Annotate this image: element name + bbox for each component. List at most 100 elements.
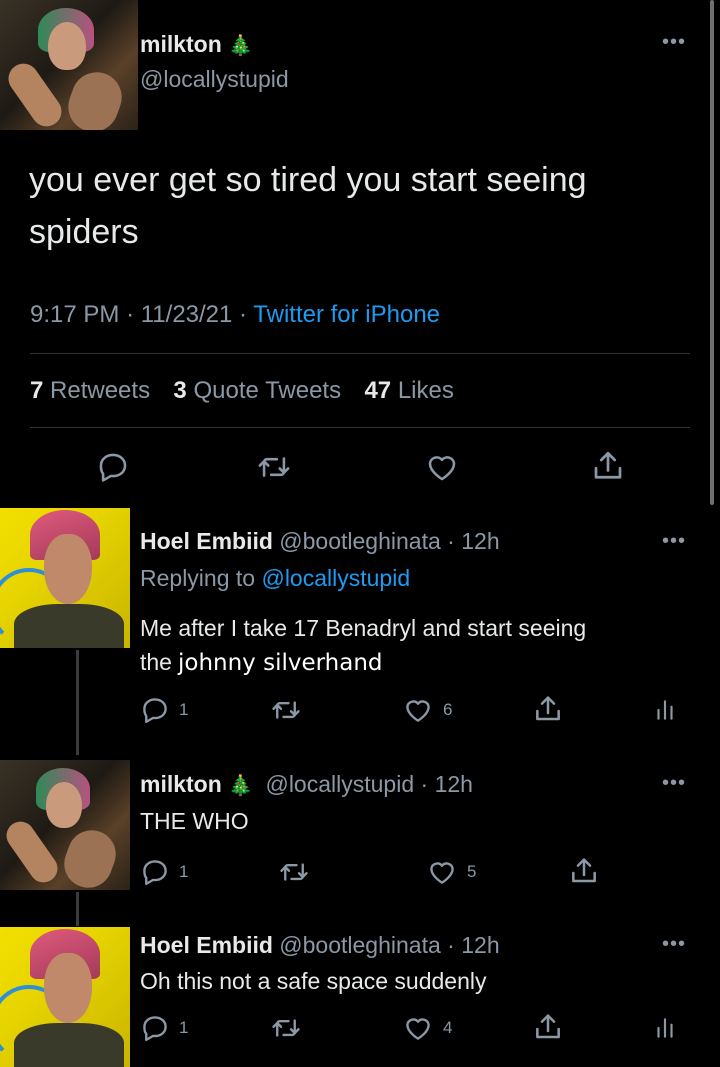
author-name[interactable]: Hoel Embiid xyxy=(140,932,273,958)
reply-icon xyxy=(143,1016,167,1042)
author-name[interactable]: Hoel Embiid xyxy=(140,528,273,554)
reply-button[interactable]: 1 xyxy=(140,857,188,887)
avatar[interactable] xyxy=(0,0,138,130)
reply-icon xyxy=(143,698,167,724)
like-button[interactable]: 6 xyxy=(402,695,452,725)
retweet-icon xyxy=(280,863,308,881)
tweet-time: 9:17 PM xyxy=(30,301,120,328)
tree-emoji: 🎄 xyxy=(228,35,254,57)
share-button[interactable] xyxy=(532,693,564,725)
retweets-stat[interactable]: 7 Retweets xyxy=(30,377,150,404)
reply-button[interactable] xyxy=(96,450,130,484)
reply-button[interactable]: 1 xyxy=(140,1013,188,1043)
avatar[interactable] xyxy=(0,927,130,1067)
share-button[interactable] xyxy=(590,448,626,484)
engagement-stats: 7 Retweets 3 Quote Tweets 47 Likes xyxy=(30,377,454,405)
reply-icon xyxy=(99,453,127,482)
likes-count: 47 xyxy=(364,377,392,404)
share-button[interactable] xyxy=(532,1011,564,1043)
reply-text: Me after I take 17 Benadryl and start se… xyxy=(140,611,586,680)
reply-count: 1 xyxy=(179,700,189,719)
share-icon xyxy=(536,696,560,721)
like-button[interactable]: 5 xyxy=(426,857,476,887)
analytics-icon xyxy=(657,700,673,720)
reply-text-line: the johnny silverhand xyxy=(140,645,586,680)
retweet-button[interactable] xyxy=(270,1013,302,1043)
heart-icon xyxy=(406,700,430,722)
retweets-label: Retweets xyxy=(50,377,151,404)
analytics-button[interactable] xyxy=(652,1013,678,1043)
avatar[interactable] xyxy=(0,508,130,648)
separator: · xyxy=(239,301,248,328)
reply-text-line: Me after I take 17 Benadryl and start se… xyxy=(140,615,587,641)
reply-text: Oh this not a safe space suddenly xyxy=(140,968,487,994)
retweet-icon xyxy=(272,1019,300,1037)
reply-time[interactable]: 12h xyxy=(461,528,499,554)
author-name[interactable]: milkton xyxy=(140,31,222,57)
like-count: 6 xyxy=(443,700,453,719)
tweet-text-line: you ever get so tired you start seeing xyxy=(29,161,587,199)
reply-header: Hoel Embiid @bootleghinata · 12h xyxy=(140,932,500,959)
heart-icon xyxy=(428,456,456,481)
tweet-source-link[interactable]: Twitter for iPhone xyxy=(253,301,440,328)
thread-line xyxy=(76,650,79,755)
replying-to: Replying to @locallystupid xyxy=(140,565,410,592)
retweet-icon xyxy=(272,701,300,719)
retweets-count: 7 xyxy=(30,377,44,404)
reply-text-part: the xyxy=(140,649,172,675)
quotes-count: 3 xyxy=(173,377,187,404)
reply-icon xyxy=(143,860,167,886)
overlay-caption: johnny silverhand xyxy=(177,650,383,676)
author-handle[interactable]: @bootleghinata xyxy=(279,932,440,958)
reply-button[interactable]: 1 xyxy=(140,695,188,725)
thread-line xyxy=(76,892,79,926)
analytics-button[interactable] xyxy=(652,695,678,725)
reply-header: milkton 🎄 @locallystupid · 12h xyxy=(140,771,473,798)
more-options-button[interactable]: ••• xyxy=(662,933,686,956)
retweet-icon xyxy=(258,457,290,477)
like-button[interactable] xyxy=(424,450,460,484)
tweet-text: you ever get so tired you start seeing s… xyxy=(29,154,587,258)
replying-to-link[interactable]: @locallystupid xyxy=(261,565,410,591)
author-name[interactable]: milkton xyxy=(140,771,222,797)
retweet-button[interactable] xyxy=(278,857,310,887)
share-button[interactable] xyxy=(568,855,600,887)
separator: · xyxy=(447,932,455,958)
more-options-button[interactable]: ••• xyxy=(662,772,686,795)
reply-count: 1 xyxy=(179,862,189,881)
share-icon xyxy=(572,858,596,883)
retweet-button[interactable] xyxy=(256,450,292,484)
divider xyxy=(30,427,690,428)
avatar[interactable] xyxy=(0,760,130,890)
like-button[interactable]: 4 xyxy=(402,1013,452,1043)
replying-to-label: Replying to xyxy=(140,565,256,591)
author-line: milkton 🎄 xyxy=(140,31,253,58)
reply-text: THE WHO xyxy=(140,808,249,834)
more-options-button[interactable]: ••• xyxy=(662,530,686,553)
separator: · xyxy=(447,528,455,554)
retweet-button[interactable] xyxy=(270,695,302,725)
like-count: 5 xyxy=(467,862,477,881)
likes-label: Likes xyxy=(397,377,454,404)
quotes-label: Quote Tweets xyxy=(193,377,342,404)
share-icon xyxy=(594,451,622,479)
tweet-text-line: spiders xyxy=(29,213,139,251)
tweet-meta: 9:17 PM · 11/23/21 · Twitter for iPhone xyxy=(30,301,440,329)
separator: · xyxy=(420,771,429,797)
more-options-button[interactable]: ••• xyxy=(662,31,686,54)
author-handle[interactable]: @locallystupid xyxy=(140,66,289,93)
share-icon xyxy=(536,1014,560,1039)
analytics-icon xyxy=(657,1018,673,1038)
separator: · xyxy=(126,301,135,328)
scrollbar[interactable] xyxy=(710,0,714,505)
author-handle[interactable]: @locallystupid xyxy=(265,771,414,797)
author-handle[interactable]: @bootleghinata xyxy=(279,528,440,554)
reply-time[interactable]: 12h xyxy=(461,932,499,958)
likes-stat[interactable]: 47 Likes xyxy=(364,377,453,404)
tree-emoji: 🎄 xyxy=(228,775,254,797)
quotes-stat[interactable]: 3 Quote Tweets xyxy=(173,377,341,404)
reply-time[interactable]: 12h xyxy=(435,771,473,797)
heart-icon xyxy=(430,862,454,884)
divider xyxy=(30,353,690,354)
like-count: 4 xyxy=(443,1018,453,1037)
